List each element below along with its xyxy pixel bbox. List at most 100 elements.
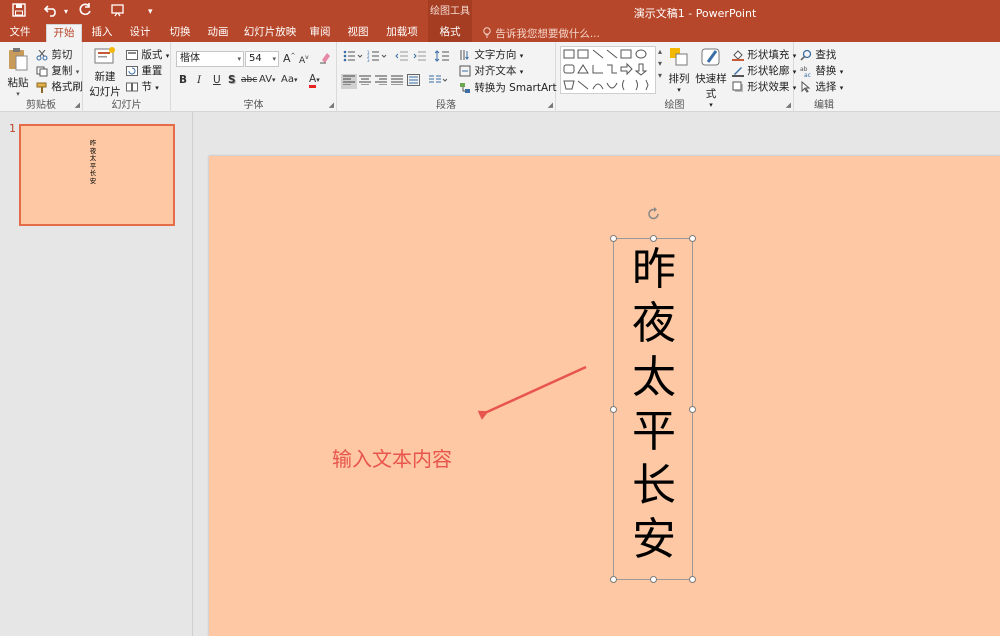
layout-dropdown-icon[interactable]: ▾ xyxy=(166,52,170,60)
distributed-button[interactable] xyxy=(407,74,420,89)
align-center-button[interactable] xyxy=(359,75,371,88)
text-direction-button[interactable]: 文字方向 ▾ xyxy=(459,47,523,62)
change-case-button[interactable]: Aa▾ xyxy=(281,74,297,85)
align-right-icon xyxy=(375,75,387,86)
tab-format[interactable]: 格式 xyxy=(428,24,472,42)
copy-dropdown-icon[interactable]: ▾ xyxy=(76,68,80,76)
cursor-icon xyxy=(800,81,812,93)
shape-outline-button[interactable]: 形状轮廓 ▾ xyxy=(732,63,796,78)
resize-handle-left[interactable] xyxy=(610,406,617,413)
layout-icon xyxy=(126,49,138,61)
font-name-combo[interactable]: 楷体 ▾ xyxy=(176,51,244,67)
tab-addins[interactable]: 加载项 xyxy=(380,24,424,42)
resize-handle-right[interactable] xyxy=(689,406,696,413)
underline-button[interactable]: U xyxy=(213,74,221,86)
shape-fill-button[interactable]: 形状填充 ▾ xyxy=(732,47,796,62)
clear-formatting-icon xyxy=(320,53,330,64)
shape-effects-button[interactable]: 形状效果 ▾ xyxy=(732,79,796,94)
increase-indent-button[interactable] xyxy=(413,50,427,65)
strikethrough-button[interactable]: abc xyxy=(241,75,257,85)
slide-editor: 输入文本内容 昨夜太平长安 xyxy=(193,112,1000,636)
tab-design[interactable]: 设计 xyxy=(124,24,156,42)
text-direction-icon xyxy=(459,49,471,61)
font-size-dropdown-icon[interactable]: ▾ xyxy=(272,52,276,66)
tab-review[interactable]: 审阅 xyxy=(304,24,336,42)
grow-font-button[interactable]: A^ xyxy=(283,52,296,65)
line-spacing-button[interactable] xyxy=(434,50,453,65)
cut-button[interactable]: 剪切 xyxy=(36,47,72,62)
tab-transitions[interactable]: 切换 xyxy=(164,24,196,42)
grow-font-label: A xyxy=(283,52,291,65)
shapes-scroll[interactable]: ▴ ▾ ▾ xyxy=(658,46,662,82)
align-right-button[interactable] xyxy=(375,75,387,88)
font-name-dropdown-icon[interactable]: ▾ xyxy=(237,52,241,66)
bullets-button[interactable] xyxy=(343,50,363,65)
align-left-button[interactable] xyxy=(341,74,357,89)
arrange-dropdown-icon[interactable]: ▾ xyxy=(666,86,692,94)
align-text-button[interactable]: 对齐文本 ▾ xyxy=(459,63,523,78)
shapes-gallery[interactable] xyxy=(560,46,656,94)
drawing-group-label: 绘图 xyxy=(664,100,685,111)
section-dropdown-icon[interactable]: ▾ xyxy=(155,84,159,92)
resize-handle-bottom[interactable] xyxy=(650,576,657,583)
font-launcher-icon[interactable]: ◢ xyxy=(329,101,334,109)
bullets-icon xyxy=(343,50,363,62)
vertical-text-box[interactable]: 昨夜太平长安 xyxy=(610,207,696,583)
tab-animations[interactable]: 动画 xyxy=(202,24,234,42)
columns-icon xyxy=(429,75,448,83)
clipboard-group: 粘贴 ▾ 剪切 复制 ▾ 格式刷 剪贴板 ◢ xyxy=(0,42,83,112)
search-icon xyxy=(800,49,812,61)
shrink-font-button[interactable]: Av xyxy=(299,54,309,66)
decrease-indent-button[interactable] xyxy=(395,50,409,65)
columns-button[interactable] xyxy=(429,75,448,88)
justify-button[interactable] xyxy=(391,75,403,88)
align-text-label: 对齐文本 xyxy=(474,65,517,77)
layout-button[interactable]: 版式 ▾ xyxy=(126,47,169,62)
tab-home[interactable]: 开始 xyxy=(46,24,82,43)
cut-label: 剪切 xyxy=(51,49,73,61)
format-painter-button[interactable]: 格式刷 xyxy=(36,79,83,94)
new-slide-button[interactable]: 新建 幻灯片 xyxy=(87,46,123,99)
tab-insert[interactable]: 插入 xyxy=(86,24,118,42)
clear-formatting-button[interactable] xyxy=(319,51,332,67)
reset-button[interactable]: 重置 xyxy=(126,63,162,78)
paragraph-launcher-icon[interactable]: ◢ xyxy=(548,101,553,109)
rotate-handle-icon[interactable] xyxy=(646,206,662,225)
bold-button[interactable]: B xyxy=(179,74,187,86)
section-button[interactable]: 节 ▾ xyxy=(126,79,159,94)
tab-file[interactable]: 文件 xyxy=(4,24,36,42)
shadow-button[interactable]: S xyxy=(228,74,236,86)
drawing-launcher-icon[interactable]: ◢ xyxy=(786,101,791,109)
clipboard-launcher-icon[interactable]: ◢ xyxy=(75,101,80,109)
resize-handle-top[interactable] xyxy=(650,235,657,242)
select-button[interactable]: 选择 ▾ xyxy=(800,79,843,94)
reset-icon xyxy=(126,65,138,77)
vertical-text[interactable]: 昨夜太平长安 xyxy=(624,243,684,567)
tab-view[interactable]: 视图 xyxy=(342,24,374,42)
shapes-icon xyxy=(563,49,649,91)
shape-effects-label: 形状效果 xyxy=(747,81,790,93)
reset-label: 重置 xyxy=(141,65,163,77)
resize-handle-bottom-left[interactable] xyxy=(610,576,617,583)
convert-smartart-button[interactable]: 转换为 SmartArt ▾ xyxy=(459,80,563,95)
tell-me-box[interactable]: 告诉我您想要做什么... xyxy=(482,26,600,41)
distributed-icon xyxy=(407,74,420,86)
slide[interactable]: 输入文本内容 昨夜太平长安 xyxy=(209,156,1000,636)
numbering-button[interactable]: 123 xyxy=(367,50,387,65)
arrange-button[interactable]: 排列 ▾ xyxy=(666,46,692,94)
tab-slideshow[interactable]: 幻灯片放映 xyxy=(240,24,300,42)
resize-handle-top-right[interactable] xyxy=(689,235,696,242)
smartart-icon xyxy=(459,82,471,94)
slide-thumbnail[interactable]: 昨夜太平长安 xyxy=(19,124,175,226)
copy-button[interactable]: 复制 ▾ xyxy=(36,63,79,78)
paste-button[interactable]: 粘贴 ▾ xyxy=(4,46,32,98)
resize-handle-bottom-right[interactable] xyxy=(689,576,696,583)
character-spacing-button[interactable]: AV▾ xyxy=(259,74,276,85)
font-size-combo[interactable]: 54 ▾ xyxy=(245,51,279,67)
resize-handle-top-left[interactable] xyxy=(610,235,617,242)
font-name-value: 楷体 xyxy=(180,53,200,64)
replace-button[interactable]: ab ac 替换 ▾ xyxy=(800,63,843,78)
font-color-button[interactable]: A▾ xyxy=(309,73,320,88)
find-button[interactable]: 查找 xyxy=(800,47,836,62)
italic-button[interactable]: I xyxy=(197,74,201,86)
